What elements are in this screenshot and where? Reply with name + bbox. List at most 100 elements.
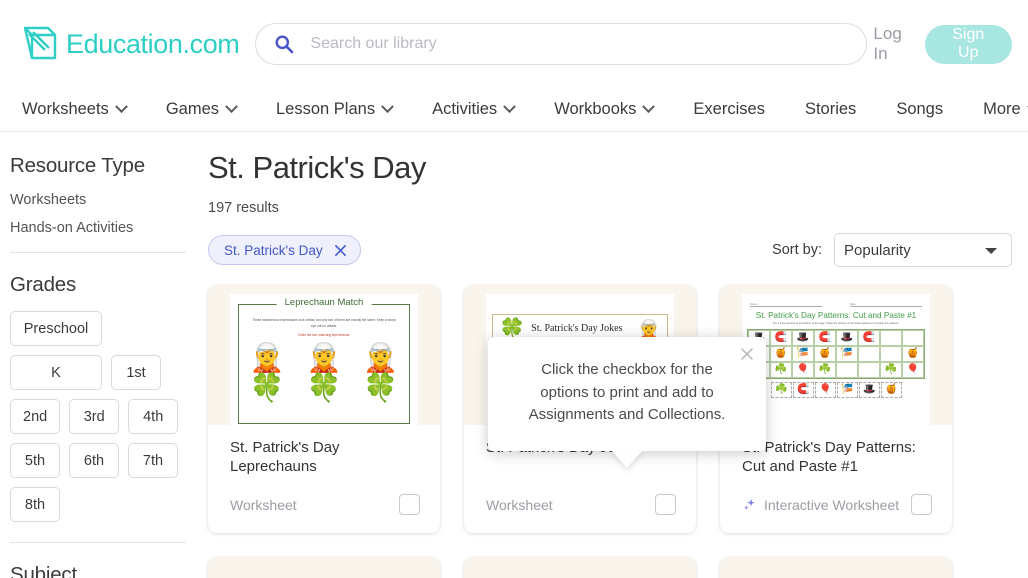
pattern-cell	[858, 361, 880, 378]
nav-item-workbooks[interactable]: Workbooks	[554, 100, 670, 119]
facet-title-resource-type: Resource Type	[10, 154, 145, 177]
result-card-row2-2[interactable]	[464, 557, 696, 578]
pattern-cell: 🍯	[814, 345, 836, 362]
nav-item-more[interactable]: More	[983, 100, 1028, 119]
result-card-row2-3[interactable]	[720, 557, 952, 578]
facet-resource-type: Resource Type Worksheets Hands-on Activi…	[10, 154, 204, 253]
card-type-label: Worksheet	[486, 497, 553, 513]
results-grid-row-2	[208, 557, 1012, 578]
grade-chip-4th[interactable]: 4th	[128, 399, 179, 434]
result-card-row2-1[interactable]	[208, 557, 440, 578]
search-icon	[275, 35, 294, 54]
pattern-cell: 🧲	[858, 329, 880, 346]
chevron-down-icon	[642, 100, 656, 114]
leprechaun-row: 🧝 🧝 🧝	[239, 341, 409, 373]
nav-item-games[interactable]: Games	[166, 100, 253, 119]
nav-label: Activities	[432, 100, 498, 118]
card-select-checkbox[interactable]	[655, 494, 676, 515]
active-filter-chip[interactable]: St. Patrick's Day	[208, 235, 361, 265]
sort-label: Sort by:	[772, 242, 822, 258]
pattern-cell: 🧲	[770, 329, 792, 346]
cutout-cell: ☘️	[771, 381, 792, 398]
pattern-cell: ☘️	[880, 361, 902, 378]
login-link[interactable]: Log In	[867, 20, 910, 68]
close-icon[interactable]	[334, 244, 347, 257]
grade-chip-3rd[interactable]: 3rd	[69, 399, 120, 434]
cutout-cell: 🍯	[881, 381, 902, 398]
grade-chip-preschool[interactable]: Preschool	[10, 311, 102, 346]
nav-label: Stories	[804, 100, 857, 118]
cutout-cell: 🎩	[859, 381, 880, 398]
pattern-cell	[902, 329, 924, 346]
pattern-cell: 🧲	[814, 329, 836, 346]
signup-button[interactable]: Sign Up	[924, 24, 1012, 64]
card-type-text: Worksheet	[486, 496, 553, 513]
chevron-down-icon	[114, 100, 128, 114]
worksheet-preview-instructions-text: These mischievous leprechauns look simil…	[252, 317, 396, 328]
worksheet-name-date-row: Name Date	[747, 302, 925, 307]
worksheet-preview-title: Leprechaun Match	[276, 296, 372, 308]
worksheet-preview-instructions: These mischievous leprechauns look simil…	[239, 317, 409, 338]
filter-sidebar: Resource Type Worksheets Hands-on Activi…	[0, 132, 204, 578]
grade-chip-2nd[interactable]: 2nd	[10, 399, 61, 434]
chevron-down-icon	[503, 100, 517, 114]
active-filter-label: St. Patrick's Day	[224, 242, 323, 258]
card-select-checkbox[interactable]	[399, 494, 420, 515]
nav-item-lesson-plans[interactable]: Lesson Plans	[276, 100, 409, 119]
card-type-label: Worksheet	[230, 497, 297, 513]
facet-title-grades: Grades	[10, 273, 77, 296]
pattern-cell: 🎩	[792, 329, 814, 346]
leprechaun-figure-icon: 🧝	[249, 341, 285, 373]
leprechaun-hat-icon: 🍀	[306, 371, 342, 403]
results-toolbar: St. Patrick's Day Sort by: Popularity Mo…	[208, 228, 1012, 272]
results-main: St. Patrick's Day 197 results St. Patric…	[204, 132, 1028, 578]
grade-chip-5th[interactable]: 5th	[10, 443, 60, 478]
nav-item-songs[interactable]: Songs	[896, 100, 960, 119]
pattern-cell: 🎈	[902, 361, 924, 378]
nav-item-stories[interactable]: Stories	[805, 100, 873, 119]
grade-chip-6th[interactable]: 6th	[69, 443, 119, 478]
tooltip-text: Click the checkbox for the options to pr…	[528, 361, 726, 423]
nav-item-exercises[interactable]: Exercises	[693, 100, 782, 119]
nav-label: Worksheets	[22, 100, 109, 118]
grade-chip-1st[interactable]: 1st	[111, 355, 161, 390]
pattern-cell	[880, 345, 902, 362]
worksheet-frame: Leprechaun Match These mischievous lepre…	[238, 296, 410, 424]
sort-select[interactable]: Popularity Most Recent Alphabetical Grad…	[834, 233, 1012, 267]
cutout-cell: 🧲	[793, 381, 814, 398]
pattern-cell: ☘️	[814, 361, 836, 378]
pattern-cell	[836, 361, 858, 378]
pattern-cell: 🍯	[902, 345, 924, 362]
grade-chip-list: Preschool K 1st 2nd 3rd 4th 5th 6th 7th …	[10, 311, 194, 522]
pattern-cell	[858, 345, 880, 362]
worksheet-preview-title: St. Patrick's Day Patterns: Cut and Past…	[755, 310, 917, 320]
site-header: Education.com Log In Sign Up	[0, 0, 1028, 88]
auth-area: Log In Sign Up	[867, 20, 1012, 68]
card-select-checkbox[interactable]	[911, 494, 932, 515]
chevron-down-icon	[381, 100, 394, 114]
facet-option-worksheets[interactable]: Worksheets	[10, 192, 194, 208]
nav-item-worksheets[interactable]: Worksheets	[22, 100, 143, 119]
pattern-cell	[880, 329, 902, 346]
grade-chip-k[interactable]: K	[10, 355, 102, 390]
card-footer: Worksheet	[486, 494, 676, 515]
chevron-down-icon	[225, 100, 238, 114]
main-navigation: Worksheets Games Lesson Plans Activities…	[0, 88, 1028, 132]
grade-chip-7th[interactable]: 7th	[128, 443, 178, 478]
nav-item-activities[interactable]: Activities	[432, 100, 531, 119]
card-thumbnail	[720, 557, 952, 578]
education-pencil-logo-icon	[23, 26, 57, 60]
card-footer: Interactive Worksheet	[742, 494, 932, 515]
pattern-cell: 🎩	[836, 329, 858, 346]
search-bar[interactable]	[255, 23, 868, 65]
grade-chip-8th[interactable]: 8th	[10, 487, 60, 522]
sort-control: Sort by: Popularity Most Recent Alphabet…	[772, 233, 1012, 267]
search-input[interactable]	[308, 34, 849, 54]
site-logo[interactable]: Education.com	[18, 22, 240, 66]
result-card-leprechauns[interactable]: Leprechaun Match These mischievous lepre…	[208, 285, 440, 533]
facet-option-hands-on-activities[interactable]: Hands-on Activities	[10, 220, 194, 236]
card-footer: Worksheet	[230, 494, 420, 515]
sparkle-icon	[743, 498, 755, 511]
card-thumbnail	[208, 557, 440, 578]
close-icon[interactable]	[739, 346, 755, 362]
